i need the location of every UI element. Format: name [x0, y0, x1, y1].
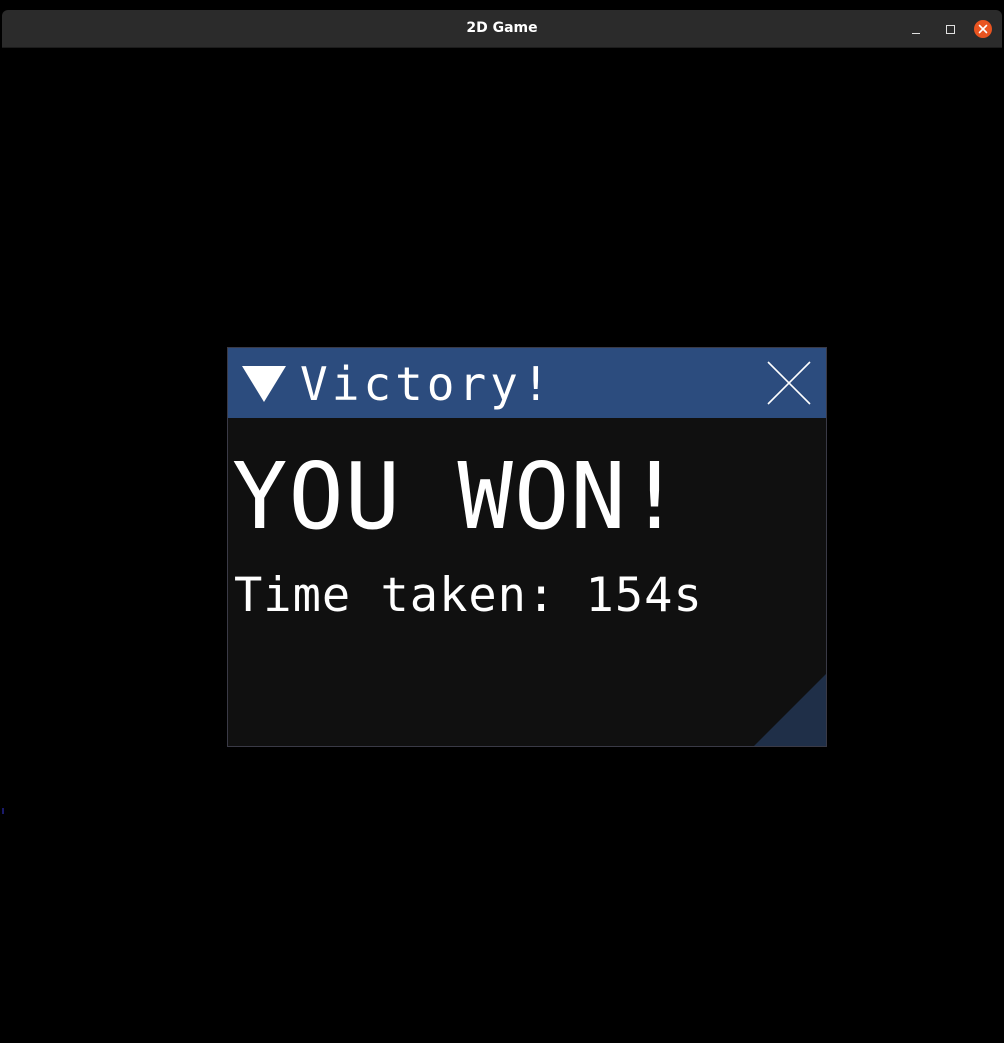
triangle-down-icon[interactable]	[241, 364, 287, 409]
window-titlebar[interactable]: 2D Game	[2, 10, 1002, 48]
dialog-title: Victory!	[300, 357, 554, 411]
edge-mark	[2, 808, 4, 814]
maximize-button[interactable]	[939, 18, 961, 40]
minimize-icon	[912, 32, 920, 34]
maximize-icon	[945, 24, 955, 34]
resize-grip[interactable]	[754, 674, 826, 746]
close-button[interactable]	[972, 18, 994, 40]
top-strip	[0, 0, 1004, 10]
window-title: 2D Game	[466, 20, 538, 36]
victory-headline: YOU WON!	[232, 443, 684, 550]
screen: 2D Game Victory! YOU WON! Time taken: 15…	[0, 0, 1004, 1043]
dialog-header[interactable]: Victory!	[228, 348, 826, 418]
close-icon	[974, 20, 992, 38]
x-close-icon[interactable]	[766, 360, 812, 406]
time-taken-text: Time taken: 154s	[234, 568, 703, 623]
minimize-button[interactable]	[905, 18, 927, 40]
victory-dialog[interactable]: Victory! YOU WON! Time taken: 154s	[227, 347, 827, 747]
